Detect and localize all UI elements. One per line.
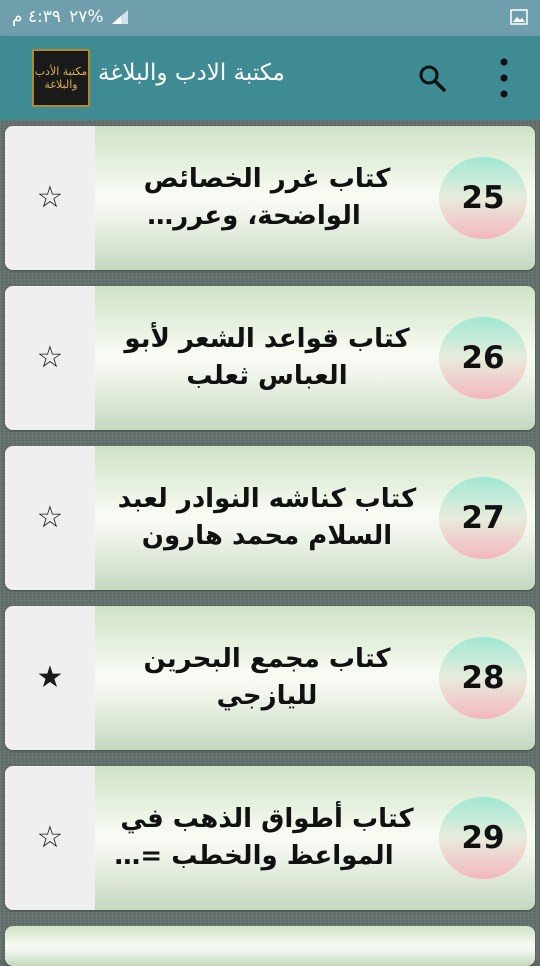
book-number-badge: 27: [439, 477, 527, 559]
status-info: ٤:٣٩ م ٢٧%: [12, 7, 129, 27]
book-title: كتاب مجمع البحرين لليازجي: [143, 644, 391, 711]
status-battery: ٢٧%: [69, 7, 104, 27]
search-icon[interactable]: [416, 62, 448, 94]
book-title: كتاب كناشه النوادر لعبد السلام محمد هارو…: [117, 484, 417, 551]
book-number-badge: 29: [439, 797, 527, 879]
more-options-icon[interactable]: [488, 56, 520, 100]
star-outline-icon[interactable]: ☆: [37, 503, 64, 533]
star-outline-icon[interactable]: ☆: [37, 343, 64, 373]
book-title: كتاب أطواق الذهب في المواعظ والخطب = كتا…: [120, 804, 414, 871]
favorite-toggle[interactable]: ☆: [5, 446, 95, 590]
signal-icon: [112, 10, 129, 24]
app-bar: مكتبة الأدب والبلاغة مكتبة الادب والبلاغ…: [0, 36, 540, 120]
status-bar: ٤:٣٩ م ٢٧%: [0, 0, 540, 36]
app-title: مكتبة الادب والبلاغة: [98, 60, 285, 86]
favorite-toggle[interactable]: ☆: [5, 126, 95, 270]
book-number-badge: 28: [439, 637, 527, 719]
list-item[interactable]: ☆ كتاب كناشه النوادر لعبد السلام محمد ها…: [5, 446, 535, 590]
book-number-badge: 25: [439, 157, 527, 239]
list-item[interactable]: ★ كتاب مجمع البحرين لليازجي 28: [5, 606, 535, 750]
list-item[interactable]: ☆ كتاب أطواق الذهب في المواعظ والخطب = ك…: [5, 766, 535, 910]
star-outline-icon[interactable]: ☆: [37, 823, 64, 853]
book-number-badge: 26: [439, 317, 527, 399]
star-outline-icon[interactable]: ☆: [37, 183, 64, 213]
favorite-toggle[interactable]: ★: [5, 606, 95, 750]
favorite-toggle[interactable]: ☆: [5, 286, 95, 430]
book-title: كتاب غرر الخصائص الواضحة، وعرر النقائض..…: [143, 164, 391, 231]
logo-text: مكتبة الأدب والبلاغة: [34, 65, 88, 91]
app-logo: مكتبة الأدب والبلاغة: [32, 49, 90, 107]
book-list[interactable]: ☆ كتاب غرر الخصائص الواضحة، وعرر النقائض…: [0, 120, 540, 966]
status-time: ٤:٣٩ م: [12, 7, 62, 27]
book-title: كتاب قواعد الشعر لأبو العباس ثعلب: [124, 324, 410, 391]
list-item-partial[interactable]: [5, 926, 535, 966]
list-item[interactable]: ☆ كتاب قواعد الشعر لأبو العباس ثعلب 26: [5, 286, 535, 430]
gallery-icon: [510, 9, 528, 25]
star-filled-icon[interactable]: ★: [37, 663, 64, 693]
list-item[interactable]: ☆ كتاب غرر الخصائص الواضحة، وعرر النقائض…: [5, 126, 535, 270]
favorite-toggle[interactable]: ☆: [5, 766, 95, 910]
